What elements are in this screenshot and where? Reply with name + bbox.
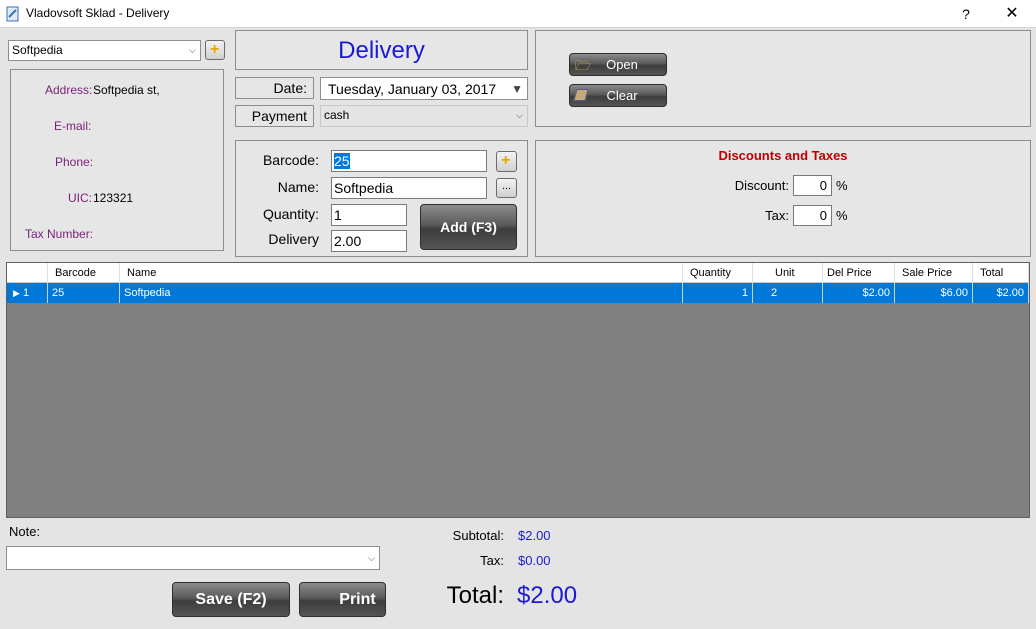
totals-tax-label: Tax: — [480, 553, 504, 568]
tax-number-label: Tax Number: — [25, 227, 94, 241]
date-label: Date: — [273, 80, 307, 96]
payment-label: Payment — [251, 108, 307, 124]
uic-label: UIC: — [68, 191, 92, 205]
delivery-price-label: Delivery — [268, 231, 319, 247]
payment-label-box: Payment — [235, 105, 314, 127]
row-selector[interactable]: ▶ 1 — [7, 283, 48, 303]
add-item-button[interactable]: Add (F3) — [420, 204, 517, 250]
file-actions-panel: 🗁 Open Clear — [535, 30, 1031, 127]
items-grid[interactable]: Barcode Name Quantity Unit Del Price Sal… — [6, 262, 1030, 518]
app-icon — [6, 6, 19, 22]
column-header-quantity[interactable]: Quantity — [683, 263, 753, 283]
cell-total[interactable]: $2.00 — [973, 283, 1029, 303]
discounts-title: Discounts and Taxes — [718, 148, 848, 163]
column-header-unit[interactable]: Unit — [753, 263, 823, 283]
discount-value: 0 — [819, 178, 827, 193]
discount-percent: % — [836, 178, 848, 193]
date-label-box: Date: — [235, 77, 314, 99]
table-row[interactable]: ▶ 1 25 Softpedia 1 2 $2.00 $6.00 $2.00 — [7, 283, 1029, 303]
cell-unit[interactable]: 2 — [753, 283, 823, 303]
name-value: Softpedia — [334, 180, 394, 196]
name-label: Name: — [277, 179, 319, 195]
clear-button[interactable]: Clear — [569, 84, 667, 107]
note-label: Note: — [9, 524, 41, 539]
column-header-sale-price[interactable]: Sale Price — [895, 263, 973, 283]
save-button[interactable]: Save (F2) — [172, 582, 290, 617]
help-button[interactable]: ? — [950, 3, 982, 25]
subtotal-label: Subtotal: — [452, 528, 504, 543]
payment-value: cash — [324, 108, 350, 122]
phone-label: Phone: — [55, 155, 94, 169]
total-value: $2.00 — [517, 582, 578, 609]
chevron-down-icon: ⌵ — [516, 110, 523, 120]
payment-select[interactable]: cash ⌵ — [320, 105, 528, 127]
tax-input[interactable]: 0 — [793, 205, 832, 226]
column-header-barcode[interactable]: Barcode — [48, 263, 120, 283]
address-value: Softpedia st, — [93, 83, 160, 97]
barcode-input[interactable]: 25 — [331, 150, 487, 172]
cell-del-price[interactable]: $2.00 — [823, 283, 895, 303]
grid-header: Barcode Name Quantity Unit Del Price Sal… — [7, 263, 1029, 283]
document-title-panel: Delivery — [235, 30, 528, 70]
discount-input[interactable]: 0 — [793, 175, 832, 196]
uic-value: 123321 — [93, 191, 134, 205]
cell-sale-price[interactable]: $6.00 — [895, 283, 973, 303]
dropdown-arrow-icon: ▼ — [511, 82, 523, 96]
supplier-details-panel: Address: Softpedia st, E-mail: Phone: UI… — [10, 69, 224, 251]
quantity-input[interactable]: 1 — [331, 204, 407, 226]
plus-icon: + — [210, 41, 220, 58]
discount-label: Discount: — [734, 178, 789, 193]
clear-button-label: Clear — [606, 88, 638, 103]
cell-name[interactable]: Softpedia — [120, 283, 683, 303]
title-bar: Vladovsoft Sklad - Delivery ? ✕ — [0, 0, 1036, 28]
supplier-select[interactable]: Softpedia ⌵ — [8, 40, 201, 61]
eraser-icon — [573, 89, 589, 101]
add-barcode-button[interactable]: + — [496, 151, 517, 172]
column-header-name[interactable]: Name — [120, 263, 683, 283]
folder-icon: 🗁 — [575, 58, 592, 73]
plus-icon: + — [501, 152, 511, 169]
discounts-taxes-panel: Discounts and Taxes Discount: 0 % Tax: 0… — [535, 140, 1031, 257]
tax-label: Tax: — [765, 208, 789, 223]
subtotal-value: $2.00 — [518, 528, 551, 543]
cell-barcode[interactable]: 25 — [48, 283, 120, 303]
date-picker[interactable]: Tuesday, January 03, 2017 ▼ — [320, 77, 528, 100]
name-input[interactable]: Softpedia — [331, 177, 487, 199]
open-button[interactable]: 🗁 Open — [569, 53, 667, 76]
print-button[interactable]: Print — [299, 582, 386, 617]
quantity-label: Quantity: — [262, 206, 319, 222]
column-header-total[interactable]: Total — [973, 263, 1029, 283]
window-client: Softpedia ⌵ + Address: Softpedia st, E-m… — [0, 28, 1036, 629]
quantity-value: 1 — [334, 207, 342, 223]
address-label: Address: — [45, 83, 93, 97]
cell-quantity[interactable]: 1 — [683, 283, 753, 303]
supplier-select-value: Softpedia — [12, 43, 63, 57]
delivery-price-value: 2.00 — [334, 233, 362, 249]
item-entry-panel: Barcode: 25 + Name: Softpedia ... Quanti… — [235, 140, 528, 257]
browse-items-button[interactable]: ... — [496, 178, 517, 198]
tax-percent: % — [836, 208, 848, 223]
email-label: E-mail: — [54, 119, 92, 133]
page-title: Delivery — [338, 37, 425, 64]
column-header-del-price[interactable]: Del Price — [823, 263, 895, 283]
totals-tax-value: $0.00 — [518, 553, 551, 568]
open-button-label: Open — [606, 57, 638, 72]
row-header-cell — [7, 263, 48, 283]
window-title: Vladovsoft Sklad - Delivery — [26, 6, 170, 20]
add-supplier-button[interactable]: + — [205, 40, 225, 60]
barcode-label: Barcode: — [262, 152, 319, 168]
note-select[interactable]: ⌵ — [6, 546, 380, 570]
date-value: Tuesday, January 03, 2017 — [328, 81, 497, 97]
delivery-price-input[interactable]: 2.00 — [331, 230, 407, 252]
barcode-value: 25 — [334, 153, 350, 169]
total-label: Total: — [446, 582, 504, 609]
chevron-down-icon: ⌵ — [368, 553, 375, 563]
tax-value: 0 — [819, 208, 827, 223]
row-index: 1 — [22, 287, 30, 299]
row-pointer-icon: ▶ — [13, 288, 20, 298]
close-button[interactable]: ✕ — [994, 3, 1030, 25]
chevron-down-icon: ⌵ — [189, 45, 196, 55]
